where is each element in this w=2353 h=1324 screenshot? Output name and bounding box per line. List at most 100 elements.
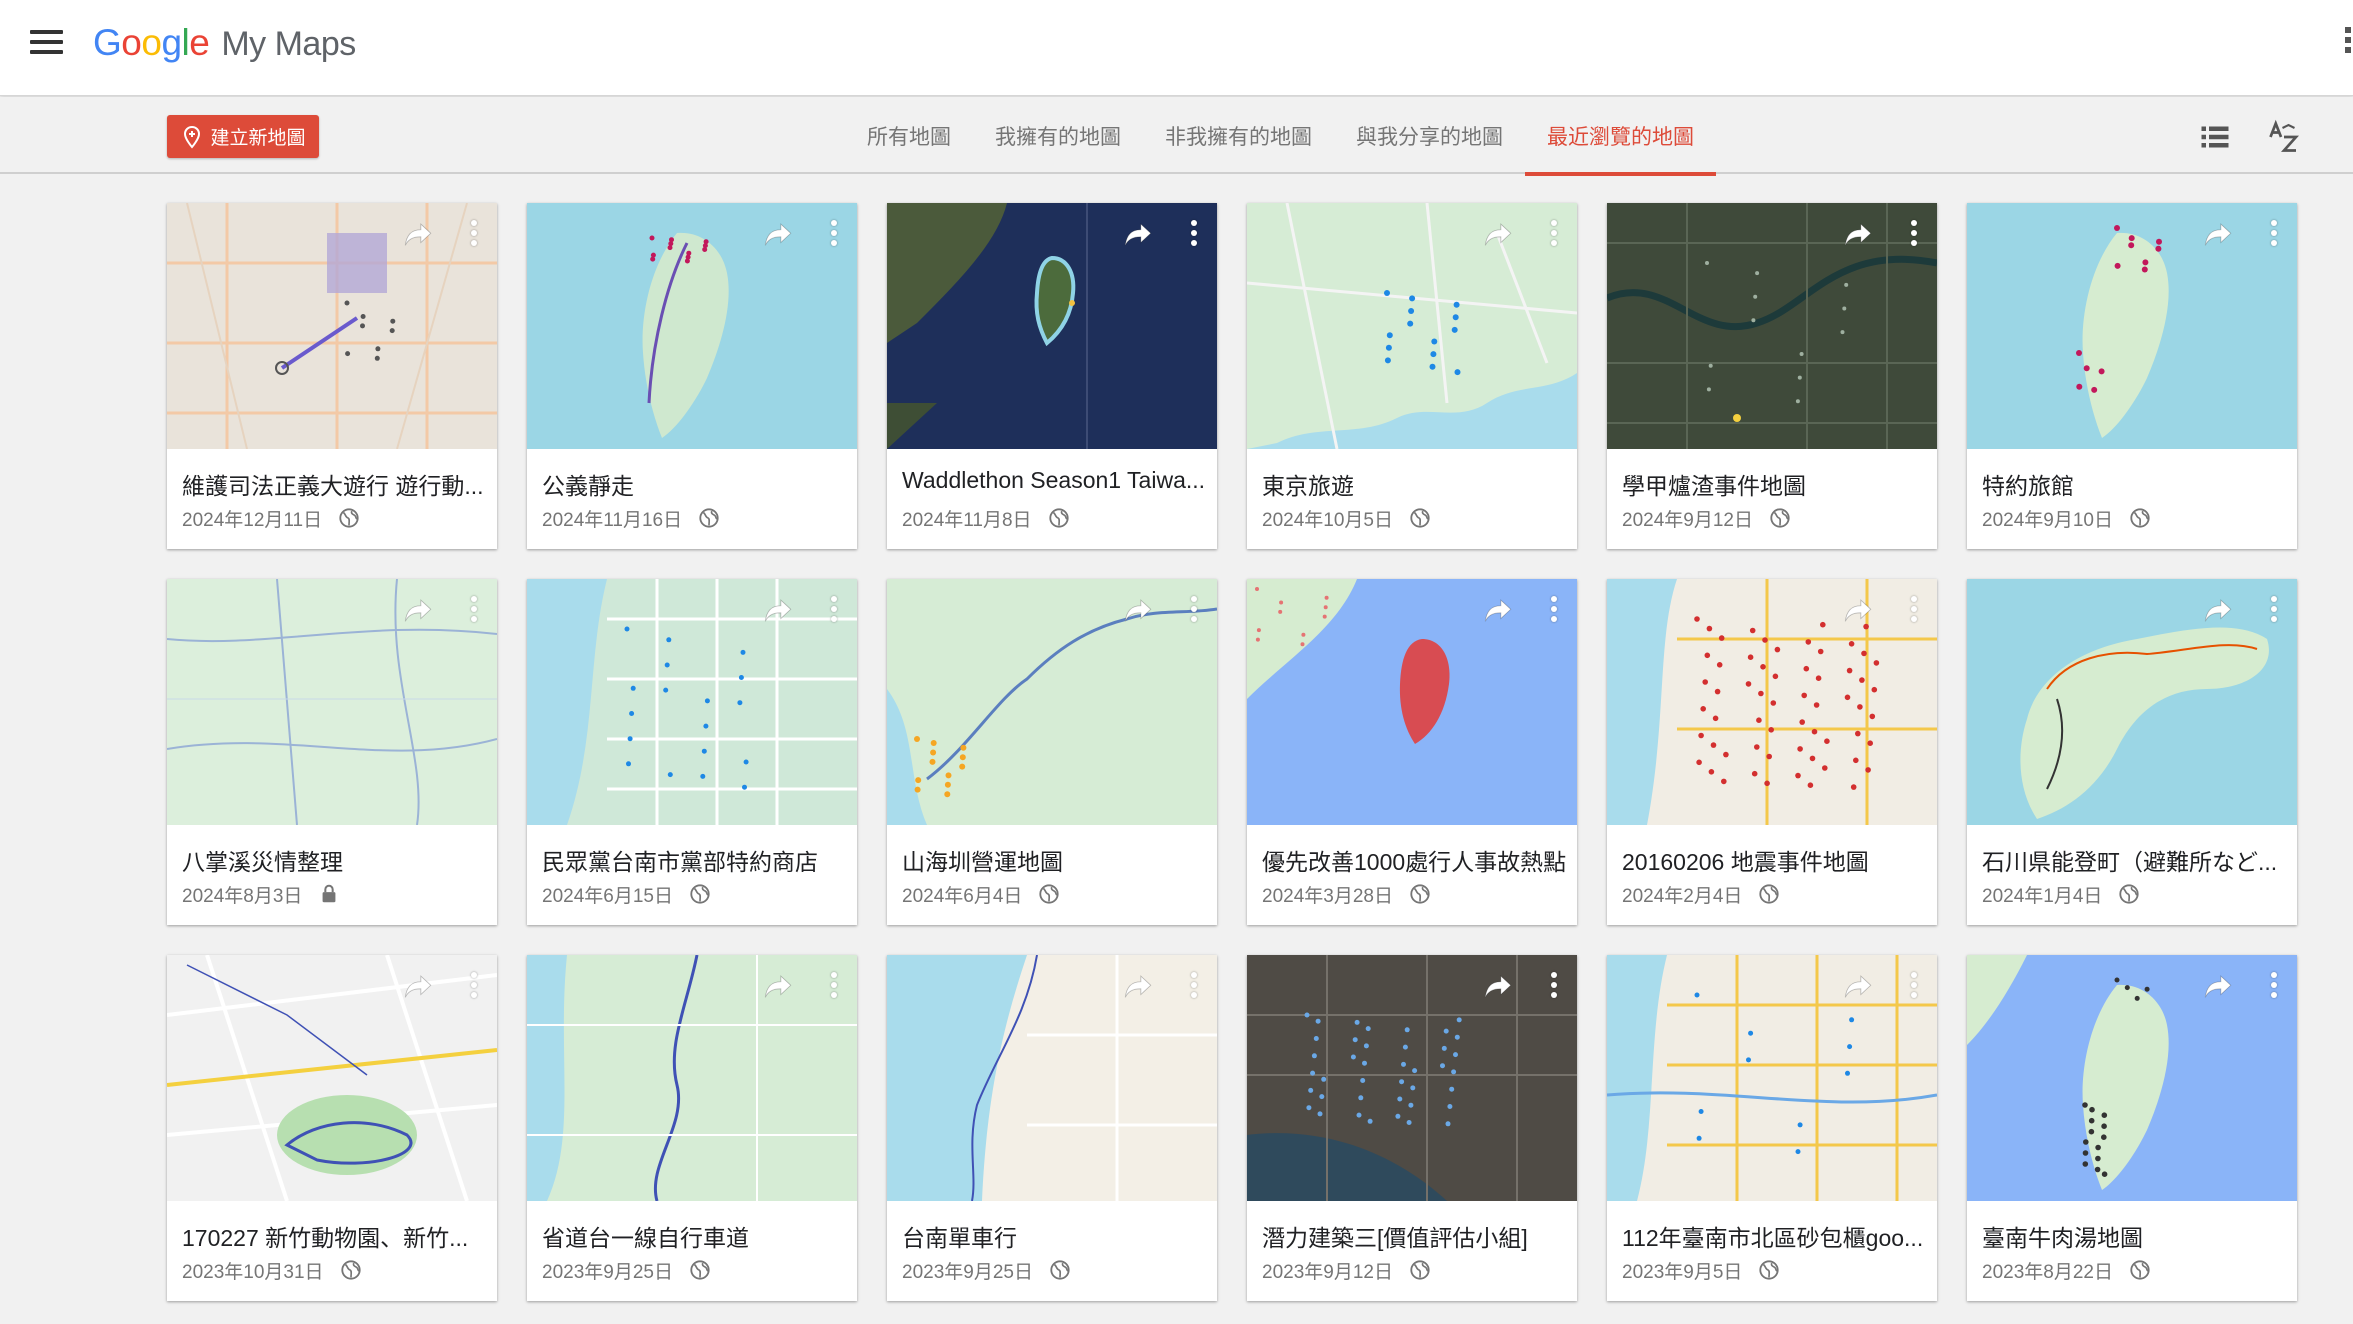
map-card[interactable]: 石川県能登町（避難所など... 2024年1月4日 <box>1967 579 2297 925</box>
tab-not-owned-maps[interactable]: 非我擁有的地圖 <box>1143 97 1334 174</box>
map-thumbnail[interactable] <box>1967 203 2297 449</box>
apps-grid-icon[interactable] <box>2345 27 2353 57</box>
menu-icon[interactable] <box>30 30 63 57</box>
map-card[interactable]: 省道台一線自行車道 2023年9月25日 <box>527 955 857 1301</box>
more-options-icon[interactable] <box>1549 593 1559 625</box>
map-title[interactable]: 臺南牛肉湯地圖 <box>1982 1219 2287 1253</box>
share-icon[interactable] <box>761 217 795 251</box>
map-card[interactable]: 八掌溪災情整理 2024年8月3日 <box>167 579 497 925</box>
share-icon[interactable] <box>1121 593 1155 627</box>
share-icon[interactable] <box>1481 593 1515 627</box>
map-thumbnail[interactable] <box>887 203 1217 449</box>
map-card[interactable]: 學甲爐渣事件地圖 2024年9月12日 <box>1607 203 1937 549</box>
more-options-icon[interactable] <box>469 217 479 249</box>
map-title[interactable]: 潛力建築三[價值評估小組] <box>1262 1219 1567 1253</box>
more-options-icon[interactable] <box>1909 593 1919 625</box>
more-options-icon[interactable] <box>2269 969 2279 1001</box>
map-thumbnail[interactable] <box>1607 579 1937 825</box>
map-card[interactable]: 公義靜走 2024年11月16日 <box>527 203 857 549</box>
map-thumbnail[interactable] <box>887 579 1217 825</box>
map-thumbnail[interactable] <box>527 955 857 1201</box>
map-card[interactable]: Waddlethon Season1 Taiwa... 2024年11月8日 <box>887 203 1217 549</box>
map-title[interactable]: Waddlethon Season1 Taiwa... <box>902 467 1207 494</box>
map-thumbnail[interactable] <box>1607 955 1937 1201</box>
map-title[interactable]: 省道台一線自行車道 <box>542 1219 847 1253</box>
more-options-icon[interactable] <box>469 593 479 625</box>
map-card[interactable]: 20160206 地震事件地圖 2024年2月4日 <box>1607 579 1937 925</box>
more-options-icon[interactable] <box>1549 969 1559 1001</box>
more-options-icon[interactable] <box>1189 593 1199 625</box>
share-icon[interactable] <box>2201 593 2235 627</box>
map-card[interactable]: 東京旅遊 2024年10月5日 <box>1247 203 1577 549</box>
tab-owned-maps[interactable]: 我擁有的地圖 <box>973 97 1143 174</box>
map-card[interactable]: 特約旅館 2024年9月10日 <box>1967 203 2297 549</box>
share-icon[interactable] <box>2201 217 2235 251</box>
map-thumbnail[interactable] <box>527 579 857 825</box>
map-title[interactable]: 公義靜走 <box>542 467 847 501</box>
map-thumbnail[interactable] <box>887 955 1217 1201</box>
more-options-icon[interactable] <box>829 217 839 249</box>
map-card[interactable]: 民眾黨台南市黨部特約商店 2024年6月15日 <box>527 579 857 925</box>
map-card[interactable]: 112年臺南市北區砂包櫃goo... 2023年9月5日 <box>1607 955 1937 1301</box>
map-thumbnail[interactable] <box>167 955 497 1201</box>
map-thumbnail[interactable] <box>1247 203 1577 449</box>
tab-shared-maps[interactable]: 與我分享的地圖 <box>1334 97 1525 174</box>
share-icon[interactable] <box>1121 217 1155 251</box>
more-options-icon[interactable] <box>829 969 839 1001</box>
map-thumbnail[interactable] <box>1607 203 1937 449</box>
logo[interactable]: Google My Maps <box>93 22 356 64</box>
map-title[interactable]: 民眾黨台南市黨部特約商店 <box>542 843 847 877</box>
share-icon[interactable] <box>401 217 435 251</box>
map-title[interactable]: 八掌溪災情整理 <box>182 843 487 877</box>
more-options-icon[interactable] <box>1189 969 1199 1001</box>
map-thumbnail[interactable] <box>167 203 497 449</box>
map-title[interactable]: 維護司法正義大遊行 遊行動... <box>182 467 487 501</box>
more-options-icon[interactable] <box>2269 593 2279 625</box>
map-card[interactable]: 潛力建築三[價值評估小組] 2023年9月12日 <box>1247 955 1577 1301</box>
more-options-icon[interactable] <box>1189 217 1199 249</box>
map-thumbnail[interactable] <box>1967 579 2297 825</box>
more-options-icon[interactable] <box>1909 969 1919 1001</box>
map-thumbnail[interactable] <box>1247 579 1577 825</box>
map-title[interactable]: 優先改善1000處行人事故熱點 <box>1262 843 1567 877</box>
more-options-icon[interactable] <box>2269 217 2279 249</box>
map-title[interactable]: 20160206 地震事件地圖 <box>1622 843 1927 877</box>
map-title[interactable]: 山海圳營運地圖 <box>902 843 1207 877</box>
map-title[interactable]: 112年臺南市北區砂包櫃goo... <box>1622 1219 1927 1253</box>
share-icon[interactable] <box>761 593 795 627</box>
share-icon[interactable] <box>1121 969 1155 1003</box>
map-card[interactable]: 維護司法正義大遊行 遊行動... 2024年12月11日 <box>167 203 497 549</box>
share-icon[interactable] <box>1481 217 1515 251</box>
map-title[interactable]: 台南單車行 <box>902 1219 1207 1253</box>
more-options-icon[interactable] <box>829 593 839 625</box>
map-thumbnail[interactable] <box>1247 955 1577 1201</box>
share-icon[interactable] <box>401 969 435 1003</box>
map-card[interactable]: 優先改善1000處行人事故熱點 2024年3月28日 <box>1247 579 1577 925</box>
share-icon[interactable] <box>761 969 795 1003</box>
map-thumbnail[interactable] <box>527 203 857 449</box>
map-thumbnail[interactable] <box>1967 955 2297 1201</box>
share-icon[interactable] <box>2201 969 2235 1003</box>
share-icon[interactable] <box>1481 969 1515 1003</box>
create-map-button[interactable]: 建立新地圖 <box>167 115 319 158</box>
map-card[interactable]: 山海圳營運地圖 2024年6月4日 <box>887 579 1217 925</box>
tab-all-maps[interactable]: 所有地圖 <box>845 97 973 174</box>
map-title[interactable]: 特約旅館 <box>1982 467 2287 501</box>
share-icon[interactable] <box>1841 593 1875 627</box>
map-title[interactable]: 學甲爐渣事件地圖 <box>1622 467 1927 501</box>
share-icon[interactable] <box>1841 217 1875 251</box>
map-title[interactable]: 170227 新竹動物園、新竹... <box>182 1219 487 1253</box>
more-options-icon[interactable] <box>1549 217 1559 249</box>
list-view-icon[interactable] <box>2197 119 2233 155</box>
more-options-icon[interactable] <box>1909 217 1919 249</box>
map-card[interactable]: 170227 新竹動物園、新竹... 2023年10月31日 <box>167 955 497 1301</box>
map-card[interactable]: 臺南牛肉湯地圖 2023年8月22日 <box>1967 955 2297 1301</box>
more-options-icon[interactable] <box>469 969 479 1001</box>
tab-recent-maps[interactable]: 最近瀏覽的地圖 <box>1525 97 1716 176</box>
share-icon[interactable] <box>1841 969 1875 1003</box>
sort-az-icon[interactable] <box>2266 119 2302 155</box>
map-title[interactable]: 東京旅遊 <box>1262 467 1567 501</box>
map-thumbnail[interactable] <box>167 579 497 825</box>
map-title[interactable]: 石川県能登町（避難所など... <box>1982 843 2287 877</box>
share-icon[interactable] <box>401 593 435 627</box>
